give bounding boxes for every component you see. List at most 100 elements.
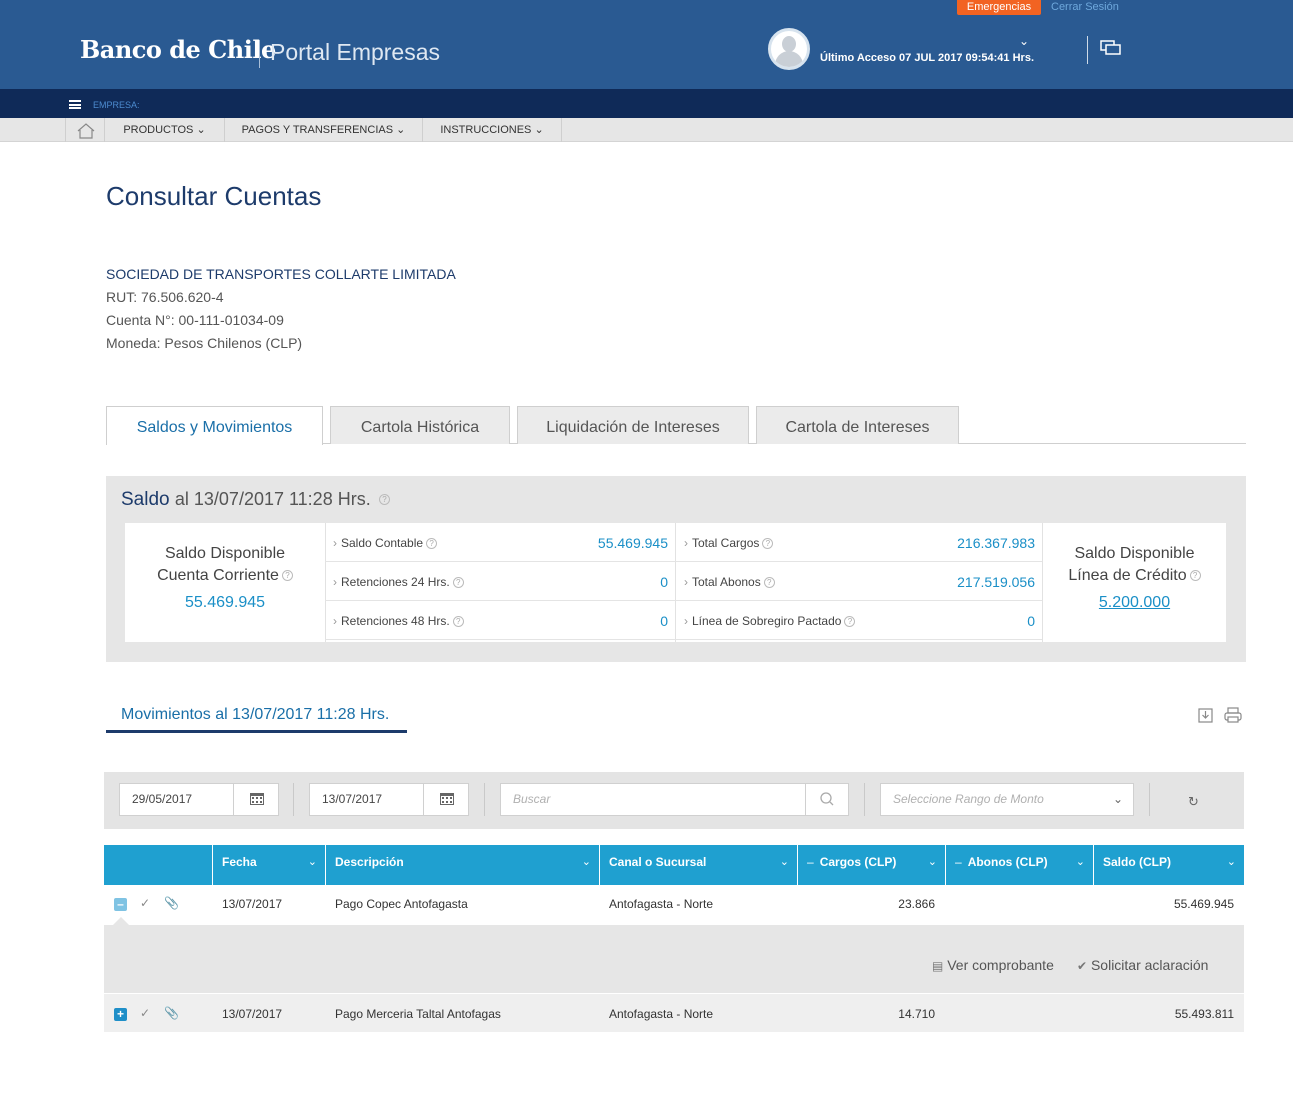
- help-icon[interactable]: ?: [762, 538, 774, 550]
- chevron-down-icon: ⌄: [1112, 792, 1123, 806]
- chevron-down-icon: ⌄: [307, 856, 317, 868]
- saldo-contable-label: › Saldo Contable?: [333, 536, 438, 550]
- bank-logo[interactable]: Banco de Chile: [80, 35, 276, 64]
- filter-divider: [484, 783, 485, 816]
- column-divider: [675, 523, 676, 642]
- saldo-title: Saldo al 13/07/2017 11:28 Hrs. ?: [121, 489, 390, 511]
- moneda-text: Moneda: Pesos Chilenos (CLP): [106, 335, 303, 351]
- col-canal[interactable]: Canal o Sucursal ⌄: [599, 845, 797, 885]
- empresa-bar: [0, 89, 1293, 118]
- row-saldo: 55.469.945: [1173, 897, 1234, 911]
- attachment-icon[interactable]: 📎: [164, 896, 179, 910]
- movimientos-underline: [106, 730, 407, 733]
- saldo-disponible-cc: Saldo Disponible Cuenta Corriente? 55.46…: [125, 543, 325, 614]
- help-icon[interactable]: ?: [452, 616, 464, 628]
- row-descripcion: Pago Merceria Taltal Antofagas: [335, 1007, 501, 1021]
- monto-range-select[interactable]: Seleccione Rango de Monto ⌄: [880, 783, 1134, 816]
- emergencias-button[interactable]: Emergencias: [957, 0, 1041, 15]
- header-divider: [1087, 36, 1088, 64]
- saldo-disponible-lc: Saldo Disponible Línea de Crédito? 5.200…: [1043, 543, 1226, 614]
- check-circle-icon[interactable]: ✓: [140, 896, 150, 910]
- chevron-down-icon[interactable]: ⌄: [1019, 34, 1029, 48]
- collapse-row-button[interactable]: –: [114, 898, 127, 911]
- chevron-down-icon: ⌄: [779, 856, 789, 868]
- row-cargos: 14.710: [898, 1007, 935, 1021]
- rut-text: RUT: 76.506.620-4: [106, 289, 224, 305]
- row-descripcion: Pago Copec Antofagasta: [335, 897, 468, 911]
- hamburger-icon[interactable]: [69, 100, 81, 109]
- date-from-input[interactable]: 29/05/2017: [119, 783, 234, 816]
- nav-productos[interactable]: PRODUCTOS ⌄: [105, 118, 225, 142]
- chevron-down-icon: ⌄: [1226, 856, 1236, 868]
- nav-instrucciones[interactable]: INSTRUCCIONES ⌄: [423, 118, 562, 142]
- document-icon: ▤: [932, 959, 944, 973]
- total-cargos-value: 216.367.983: [957, 535, 1035, 551]
- empresa-label[interactable]: EMPRESA:: [93, 100, 140, 110]
- row-divider: [325, 561, 1042, 562]
- ver-comprobante-button[interactable]: ▤ Ver comprobante: [932, 957, 1054, 973]
- calendar-icon[interactable]: [233, 783, 279, 816]
- search-input[interactable]: Buscar: [500, 783, 806, 816]
- col-saldo[interactable]: Saldo (CLP) ⌄: [1093, 845, 1244, 885]
- row-saldo: 55.493.811: [1174, 1007, 1234, 1021]
- row-fecha: 13/07/2017: [222, 1007, 283, 1021]
- search-icon[interactable]: [805, 783, 849, 816]
- help-icon[interactable]: ?: [378, 494, 390, 506]
- tab-saldos-movimientos[interactable]: Saldos y Movimientos: [106, 406, 323, 445]
- help-icon[interactable]: ?: [452, 577, 464, 589]
- help-icon[interactable]: ?: [763, 577, 775, 589]
- company-name: SOCIEDAD DE TRANSPORTES COLLARTE LIMITAD…: [106, 266, 456, 282]
- retenciones-24-value: 0: [660, 574, 668, 590]
- col-descripcion[interactable]: Descripción ⌄: [325, 845, 599, 885]
- saldo-disponible-cc-value: 55.469.945: [184, 594, 266, 611]
- help-icon[interactable]: ?: [1189, 570, 1201, 582]
- row-divider: [325, 600, 1042, 601]
- expand-row-button[interactable]: +: [114, 1008, 127, 1021]
- row-cargos: 23.866: [898, 897, 935, 911]
- tab-cartola-intereses[interactable]: Cartola de Intereses: [756, 406, 959, 444]
- row-canal: Antofagasta - Norte: [609, 897, 714, 911]
- chat-icon[interactable]: [1100, 40, 1122, 58]
- column-divider: [325, 523, 326, 642]
- download-icon[interactable]: [1197, 706, 1215, 724]
- tab-cartola-historica[interactable]: Cartola Histórica: [330, 406, 510, 444]
- col-abonos[interactable]: – Abonos (CLP) ⌄: [945, 845, 1093, 885]
- filter-divider: [293, 783, 294, 816]
- help-icon[interactable]: ?: [281, 570, 293, 582]
- detail-pointer: [112, 917, 130, 926]
- last-access-text: Último Acceso 07 JUL 2017 09:54:41 Hrs.: [820, 52, 1035, 64]
- saldo-disponible-lc-link[interactable]: 5.200.000: [1043, 592, 1226, 614]
- total-abonos-value: 217.519.056: [957, 574, 1035, 590]
- refresh-icon[interactable]: ↻: [1188, 794, 1199, 810]
- check-circle-icon[interactable]: ✓: [140, 1006, 150, 1020]
- print-icon[interactable]: [1224, 706, 1242, 724]
- total-cargos-label: › Total Cargos?: [684, 536, 774, 550]
- retenciones-48-label: › Retenciones 48 Hrs.?: [333, 614, 464, 628]
- chevron-down-icon: ⌄: [1075, 856, 1085, 868]
- filter-divider: [864, 783, 865, 816]
- page-title: Consultar Cuentas: [106, 181, 322, 211]
- home-icon[interactable]: [65, 118, 105, 142]
- tab-liquidacion-intereses[interactable]: Liquidación de Intereses: [517, 406, 749, 444]
- avatar[interactable]: [768, 28, 810, 70]
- help-icon[interactable]: ?: [426, 538, 438, 550]
- attachment-icon[interactable]: 📎: [164, 1006, 179, 1020]
- col-cargos[interactable]: – Cargos (CLP) ⌄: [797, 845, 945, 885]
- col-fecha[interactable]: Fecha ⌄: [212, 845, 325, 885]
- filter-divider: [1149, 783, 1150, 816]
- nav-pagos-transferencias[interactable]: PAGOS Y TRANSFERENCIAS ⌄: [225, 118, 423, 142]
- solicitar-aclaracion-button[interactable]: ✔ Solicitar aclaración: [1077, 957, 1208, 973]
- help-icon[interactable]: ?: [844, 616, 856, 628]
- retenciones-48-value: 0: [660, 613, 668, 629]
- portal-title: Portal Empresas: [270, 39, 441, 65]
- row-detail-panel: [104, 925, 1244, 993]
- date-to-input[interactable]: 13/07/2017: [309, 783, 424, 816]
- cerrar-sesion-link[interactable]: Cerrar Sesión: [1051, 0, 1119, 14]
- calendar-icon[interactable]: [423, 783, 469, 816]
- chevron-down-icon: ⌄: [581, 856, 591, 868]
- saldo-contable-value: 55.469.945: [597, 535, 668, 551]
- total-abonos-label: › Total Abonos?: [684, 575, 775, 589]
- row-divider: [325, 639, 1042, 640]
- linea-sobregiro-label: › Línea de Sobregiro Pactado?: [684, 614, 856, 628]
- row-fecha: 13/07/2017: [222, 897, 283, 911]
